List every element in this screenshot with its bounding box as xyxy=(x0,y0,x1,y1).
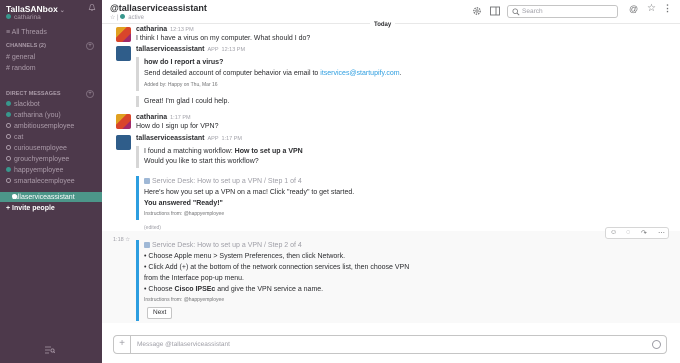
emoji-icon[interactable] xyxy=(652,340,661,349)
message-author[interactable]: catharina 12:13 PM xyxy=(136,26,194,33)
message-composer[interactable]: + Message @tallaserviceassistant xyxy=(113,335,667,354)
message-text: I think I have a virus on my computer. W… xyxy=(136,35,311,42)
avatar[interactable] xyxy=(116,114,131,129)
channel-random[interactable]: # random xyxy=(6,65,36,72)
mentions-icon[interactable]: @ xyxy=(629,4,638,14)
dm-curiousemployee[interactable]: curiousemployee xyxy=(6,145,67,152)
team-name[interactable]: TallaSANbox ⌄ xyxy=(6,4,65,14)
workflow-step-card xyxy=(136,176,139,220)
attachment-title: how do I report a virus? xyxy=(144,59,224,66)
step-footer: Instructions from: @happyemployee xyxy=(144,211,225,217)
sidebar-toggle-icon[interactable] xyxy=(490,6,500,16)
workflow-step-card xyxy=(136,240,139,321)
dm-smartalecemployee[interactable]: smartalecemployee xyxy=(6,178,75,185)
channel-general[interactable]: # general xyxy=(6,54,35,61)
more-actions-icon[interactable]: ⋯ xyxy=(658,229,665,237)
channel-header: @tallaserviceassistant ☆ | active Search… xyxy=(102,0,680,24)
channel-status: ☆ | active xyxy=(110,14,144,21)
message-text: Would you like to start this workflow? xyxy=(144,158,259,165)
avatar[interactable] xyxy=(116,27,131,42)
step-bullet: • Click Add (+) at the bottom of the net… xyxy=(144,264,410,271)
starred-icon[interactable]: ☆ xyxy=(647,3,656,14)
step-title: Service Desk: How to set up a VPN / Step… xyxy=(144,178,302,185)
attachment xyxy=(136,96,139,107)
message-text: I found a matching workflow: How to set … xyxy=(144,148,303,155)
all-threads-link[interactable]: ≡ All Threads xyxy=(6,29,47,36)
message-text: How do I sign up for VPN? xyxy=(136,123,219,130)
dm-grouchyemployee[interactable]: grouchyemployee xyxy=(6,156,69,163)
attachment-footer: Added by: Happy on Thu, Mar 16 xyxy=(144,82,218,88)
bell-icon[interactable] xyxy=(88,3,96,12)
dm-catharina[interactable]: catharina (you) xyxy=(6,112,61,119)
add-reaction-icon[interactable]: ☺ xyxy=(610,229,617,236)
step-answer: You answered "Ready!" xyxy=(144,200,223,207)
step-bullet: • Choose Apple menu > System Preferences… xyxy=(144,253,346,260)
dm-ambitiousemployee[interactable]: ambitiousemployee xyxy=(6,123,74,130)
gear-icon[interactable] xyxy=(472,6,482,16)
message-time: 1:18 ☆ xyxy=(113,237,131,243)
message-text: Great! I'm glad I could help. xyxy=(144,98,230,105)
message-author[interactable]: tallaserviceassistant APP 12:13 PM xyxy=(136,46,245,53)
search-icon xyxy=(512,8,520,16)
current-user[interactable]: catharina xyxy=(6,14,41,21)
message-actions: ☺ ◌ ↷ ⋯ xyxy=(605,227,669,239)
step-title: Service Desk: How to set up a VPN / Step… xyxy=(144,242,302,249)
sidebar: TallaSANbox ⌄ catharina ≡ All Threads CHA… xyxy=(0,0,102,363)
more-icon[interactable]: ⋮ xyxy=(663,3,672,14)
next-button[interactable]: Next xyxy=(147,307,173,319)
step-bullet: • Choose Cisco IPSEc and give the VPN se… xyxy=(144,286,324,293)
search-input[interactable]: Search xyxy=(507,5,618,18)
email-link[interactable]: itservices@startupify.com xyxy=(320,70,399,77)
star-icon[interactable]: ☆ xyxy=(110,15,115,21)
add-dm-button[interactable]: + xyxy=(86,90,94,98)
day-divider: Today xyxy=(370,22,396,28)
add-channel-button[interactable]: + xyxy=(86,42,94,50)
message-author[interactable]: tallaserviceassistant APP 1:17 PM xyxy=(136,135,242,142)
service-desk-icon xyxy=(144,242,150,248)
step-text: Here's how you set up a VPN on a mac! Cl… xyxy=(144,189,355,196)
dm-slackbot[interactable]: slackbot xyxy=(6,101,40,108)
attachment xyxy=(136,57,139,91)
step-footer: Instructions from: @happyemployee xyxy=(144,297,225,303)
dm-header[interactable]: DIRECT MESSAGES xyxy=(6,91,61,97)
quick-switcher-icon[interactable] xyxy=(45,346,55,354)
channels-header[interactable]: CHANNELS (2) xyxy=(6,43,46,49)
attach-file-button[interactable]: + xyxy=(114,336,131,353)
share-icon[interactable]: ↷ xyxy=(641,229,647,237)
avatar[interactable] xyxy=(116,46,131,61)
message-author[interactable]: catharina 1:17 PM xyxy=(136,114,191,121)
presence-dot xyxy=(6,14,11,19)
chevron-down-icon[interactable]: ⌄ xyxy=(60,8,65,14)
dm-cat[interactable]: cat xyxy=(6,134,23,141)
dm-happyemployee[interactable]: happyemployee xyxy=(6,167,63,174)
step-bullet: from the Interface pop-up menu. xyxy=(144,275,244,282)
avatar[interactable] xyxy=(116,135,131,150)
message-input[interactable]: Message @tallaserviceassistant xyxy=(137,341,230,348)
dm-tallaserviceassistant[interactable]: tallaserviceassistant xyxy=(0,192,102,202)
attachment xyxy=(136,146,139,168)
service-desk-icon xyxy=(144,178,150,184)
attachment-text: Send detailed account of computer behavi… xyxy=(144,70,402,77)
invite-people-link[interactable]: + Invite people xyxy=(6,205,55,212)
start-thread-icon[interactable]: ◌ xyxy=(626,229,630,236)
channel-title[interactable]: @tallaserviceassistant xyxy=(110,3,207,13)
